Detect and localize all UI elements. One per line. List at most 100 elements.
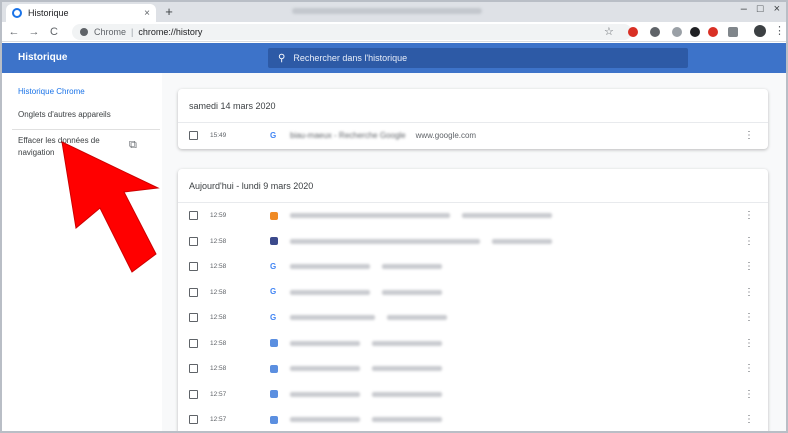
search-box[interactable]: ⚲	[268, 48, 688, 68]
row-checkbox[interactable]	[189, 389, 198, 399]
history-row[interactable]: 12:58 G ⋮	[178, 305, 768, 331]
row-title-blurred[interactable]	[290, 391, 360, 397]
extension-icon-3[interactable]	[672, 27, 682, 37]
history-row[interactable]: 12:58 G ⋮	[178, 280, 768, 306]
row-menu-icon[interactable]: ⋮	[744, 414, 754, 425]
tab-strip: Historique × + – □ ×	[2, 2, 786, 22]
row-title-blurred[interactable]	[290, 366, 360, 372]
doc-icon	[270, 364, 278, 373]
address-separator: |	[131, 27, 134, 37]
close-window-button[interactable]: ×	[774, 3, 780, 15]
red-arrow-annotation	[61, 141, 160, 273]
tab-title: Historique	[28, 8, 69, 18]
toolbar: ← → C Chrome | chrome://history ☆ ⋮	[2, 22, 786, 42]
row-checkbox[interactable]	[189, 313, 198, 323]
history-row[interactable]: 12:59 ⋮	[178, 203, 768, 229]
history-row[interactable]: 12:58 ⋮	[178, 229, 768, 255]
chrome-menu-icon[interactable]: ⋮	[774, 24, 785, 37]
row-menu-icon[interactable]: ⋮	[744, 363, 754, 374]
row-domain-blurred	[372, 340, 442, 346]
row-checkbox[interactable]	[189, 131, 198, 141]
bookmark-star-icon[interactable]: ☆	[604, 25, 614, 38]
maximize-button[interactable]: □	[757, 3, 764, 15]
history-main: samedi 14 mars 2020 15:49 G biau-maeux -…	[162, 73, 786, 431]
extension-icon-5[interactable]	[708, 27, 718, 37]
profile-avatar-icon[interactable]	[754, 25, 766, 37]
history-icon	[12, 8, 22, 18]
doc-icon	[270, 339, 278, 348]
sidebar-item-chrome-history[interactable]: Historique Chrome	[18, 87, 85, 96]
row-menu-icon[interactable]: ⋮	[744, 210, 754, 221]
row-title-blurred[interactable]	[290, 315, 375, 321]
row-time: 12:58	[210, 288, 227, 296]
row-title-blurred[interactable]	[290, 289, 370, 295]
row-menu-icon[interactable]: ⋮	[744, 130, 754, 141]
sidebar-item-other-devices[interactable]: Onglets d'autres appareils	[18, 110, 111, 119]
row-menu-icon[interactable]: ⋮	[744, 338, 754, 349]
minimize-button[interactable]: –	[741, 3, 747, 15]
browser-window: Historique × + – □ × ← → C Chrome | chro…	[0, 0, 788, 433]
row-menu-icon[interactable]: ⋮	[744, 389, 754, 400]
extension-icon-2[interactable]	[650, 27, 660, 37]
window-controls: – □ ×	[741, 3, 780, 15]
row-time: 12:58	[210, 237, 227, 245]
search-input[interactable]	[293, 53, 654, 63]
google-icon: G	[270, 261, 277, 271]
row-domain-blurred	[382, 264, 442, 270]
row-domain: www.google.com	[415, 131, 477, 141]
extension-icon-1[interactable]	[628, 27, 638, 37]
row-menu-icon[interactable]: ⋮	[744, 236, 754, 247]
doc-icon	[270, 415, 278, 424]
extension-icon-6[interactable]	[728, 27, 738, 37]
extension-icon-4[interactable]	[690, 27, 700, 37]
google-icon: G	[270, 287, 277, 297]
row-checkbox[interactable]	[189, 338, 198, 348]
row-title-blurred[interactable]	[290, 238, 480, 244]
row-time: 12:58	[210, 263, 227, 271]
address-bar[interactable]: Chrome | chrome://history	[72, 24, 632, 40]
row-domain-blurred	[372, 417, 442, 423]
row-domain-blurred	[462, 213, 552, 219]
arrow-shape	[61, 141, 160, 273]
history-row[interactable]: 12:57 ⋮	[178, 407, 768, 431]
row-menu-icon[interactable]: ⋮	[744, 261, 754, 272]
url-text: chrome://history	[138, 27, 203, 37]
site-favicon-icon	[270, 237, 278, 246]
search-icon: ⚲	[278, 52, 286, 64]
row-checkbox[interactable]	[189, 364, 198, 374]
row-checkbox[interactable]	[189, 287, 198, 297]
history-row[interactable]: 12:58 G ⋮	[178, 254, 768, 280]
row-time: 15:49	[210, 132, 227, 140]
history-row[interactable]: 12:57 ⋮	[178, 382, 768, 408]
google-icon: G	[270, 130, 277, 140]
site-info-icon[interactable]	[80, 28, 88, 36]
row-domain-blurred	[387, 315, 447, 321]
row-title-blurred[interactable]	[290, 264, 370, 270]
row-time: 12:58	[210, 314, 227, 322]
row-time: 12:59	[210, 212, 227, 220]
row-title-blurred[interactable]	[290, 213, 450, 219]
row-checkbox[interactable]	[189, 211, 198, 221]
reload-button[interactable]: C	[46, 26, 62, 38]
back-button[interactable]: ←	[6, 26, 22, 38]
history-row[interactable]: 12:58 ⋮	[178, 356, 768, 382]
row-time: 12:58	[210, 339, 227, 347]
day-heading: Aujourd'hui - lundi 9 mars 2020	[178, 169, 768, 203]
history-row[interactable]: 12:58 ⋮	[178, 331, 768, 357]
new-tab-button[interactable]: +	[162, 5, 176, 19]
row-time: 12:57	[210, 416, 227, 424]
blurred-tab[interactable]	[292, 8, 482, 14]
row-menu-icon[interactable]: ⋮	[744, 312, 754, 323]
row-title[interactable]: biau-maeux - Recherche Google	[290, 131, 406, 140]
tab-history[interactable]: Historique ×	[6, 4, 156, 22]
row-domain-blurred	[492, 238, 552, 244]
row-title-blurred[interactable]	[290, 417, 360, 423]
row-checkbox[interactable]	[189, 236, 198, 246]
row-menu-icon[interactable]: ⋮	[744, 287, 754, 298]
history-row[interactable]: 15:49 G biau-maeux - Recherche Google ww…	[178, 123, 768, 149]
row-checkbox[interactable]	[189, 262, 198, 272]
tab-close-icon[interactable]: ×	[144, 8, 150, 19]
row-title-blurred[interactable]	[290, 340, 360, 346]
row-checkbox[interactable]	[189, 415, 198, 425]
forward-button[interactable]: →	[26, 26, 42, 38]
